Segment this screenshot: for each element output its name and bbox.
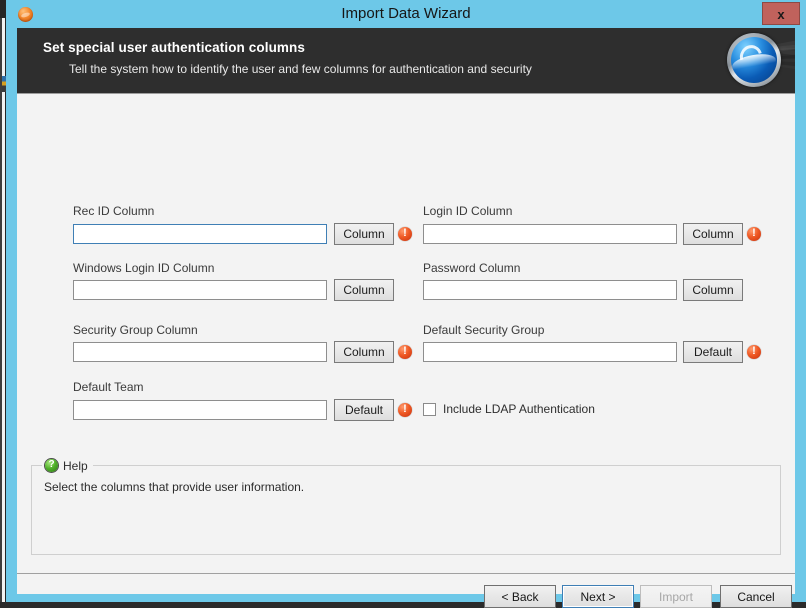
authentication-columns-form: Rec ID Column Column Login ID Column Col… <box>17 94 795 444</box>
green-question-icon <box>45 459 58 472</box>
blue-sphere-logo-icon <box>727 33 781 87</box>
label-default-security-group: Default Security Group <box>423 323 544 337</box>
button-default-security-group[interactable]: Default <box>683 341 743 363</box>
button-rec-id-column[interactable]: Column <box>334 223 394 245</box>
help-legend-label: Help <box>63 459 88 473</box>
window-title: Import Data Wizard <box>6 0 806 28</box>
desktop-background: Import Data Wizard x Set special user au… <box>0 0 806 602</box>
logo-swoosh-icon <box>736 41 766 72</box>
import-data-wizard-dialog: Import Data Wizard x Set special user au… <box>6 0 806 602</box>
banner-title: Set special user authentication columns <box>43 40 305 55</box>
label-password-column: Password Column <box>423 261 520 275</box>
button-security-group-column[interactable]: Column <box>334 341 394 363</box>
button-login-id-column[interactable]: Column <box>683 223 743 245</box>
banner-subtitle: Tell the system how to identify the user… <box>69 62 532 76</box>
label-default-team: Default Team <box>73 380 143 394</box>
title-bar[interactable]: Import Data Wizard x <box>6 0 806 28</box>
back-button[interactable]: < Back <box>484 585 556 608</box>
help-text: Select the columns that provide user inf… <box>44 480 304 494</box>
input-default-team[interactable] <box>73 400 327 420</box>
input-password-column[interactable] <box>423 280 677 300</box>
include-ldap-authentication-label: Include LDAP Authentication <box>443 402 595 416</box>
import-button: Import <box>640 585 712 608</box>
button-password-column[interactable]: Column <box>683 279 743 301</box>
ldap-checkbox-row[interactable]: Include LDAP Authentication <box>423 402 595 416</box>
button-default-team[interactable]: Default <box>334 399 394 421</box>
wizard-banner: Set special user authentication columns … <box>17 28 795 94</box>
input-security-group-column[interactable] <box>73 342 327 362</box>
label-windows-login-id-column: Windows Login ID Column <box>73 261 214 275</box>
footer-button-bar: < Back Next > Import Cancel <box>17 574 795 594</box>
label-rec-id-column: Rec ID Column <box>73 204 154 218</box>
next-button[interactable]: Next > <box>562 585 634 608</box>
help-group-box: Help Select the columns that provide use… <box>31 465 781 555</box>
include-ldap-authentication-checkbox[interactable] <box>423 403 436 416</box>
error-icon-rec-id-column <box>398 227 412 241</box>
error-icon-security-group-column <box>398 345 412 359</box>
dialog-client-area: Set special user authentication columns … <box>17 28 795 594</box>
error-icon-default-team <box>398 403 412 417</box>
error-icon-default-security-group <box>747 345 761 359</box>
input-windows-login-id-column[interactable] <box>73 280 327 300</box>
error-icon-login-id-column <box>747 227 761 241</box>
label-login-id-column: Login ID Column <box>423 204 512 218</box>
help-legend: Help <box>42 457 93 474</box>
background-window-sliver[interactable] <box>0 18 5 602</box>
button-windows-login-id-column[interactable]: Column <box>334 279 394 301</box>
label-security-group-column: Security Group Column <box>73 323 198 337</box>
input-default-security-group[interactable] <box>423 342 677 362</box>
cancel-button[interactable]: Cancel <box>720 585 792 608</box>
input-rec-id-column[interactable] <box>73 224 327 244</box>
input-login-id-column[interactable] <box>423 224 677 244</box>
close-button[interactable]: x <box>762 2 800 25</box>
